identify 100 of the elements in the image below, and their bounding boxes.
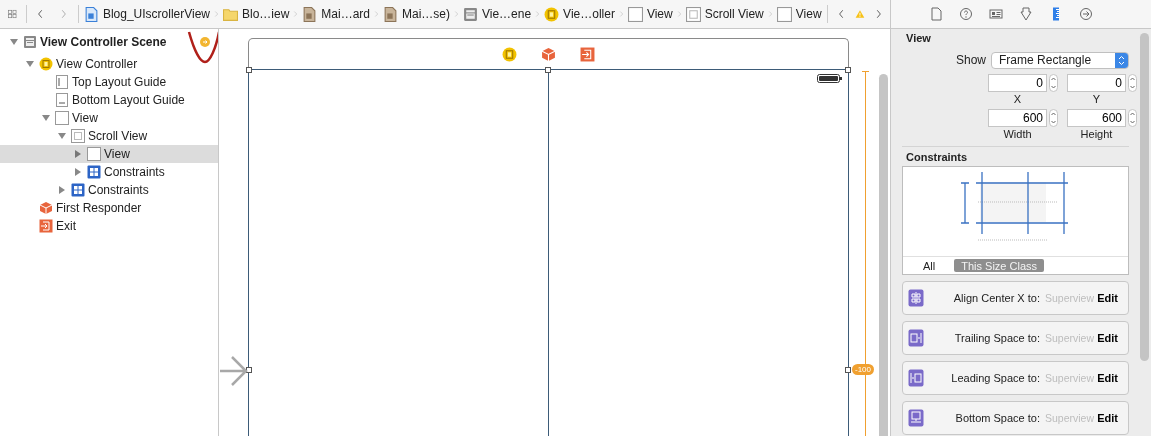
number-field[interactable]: 0	[988, 74, 1047, 92]
exit-icon	[39, 219, 53, 233]
breadcrumb-item[interactable]: View	[774, 6, 824, 22]
disclosure-triangle-icon[interactable]	[57, 131, 67, 141]
section-title: Constraints	[906, 151, 969, 163]
outline-label: View Controller Scene	[40, 35, 167, 49]
breadcrumb-item[interactable]: Mai…se)	[381, 6, 452, 22]
disclosure-triangle-icon[interactable]	[73, 149, 83, 159]
outline-row[interactable]: Top Layout Guide	[0, 73, 218, 91]
outline-row[interactable]: Exit	[0, 217, 218, 235]
stepper[interactable]	[1049, 74, 1058, 92]
constraint-label: Leading Space to:	[950, 372, 1040, 384]
arrow-circle-icon[interactable]	[1078, 6, 1094, 22]
back-icon[interactable]	[839, 7, 845, 21]
cube-icon	[541, 46, 556, 62]
outline-label: Exit	[56, 219, 76, 233]
outline-row[interactable]: View Controller	[0, 55, 218, 73]
dropdown-arrow-icon	[1115, 52, 1128, 68]
constraint-label: Align Center X to:	[952, 292, 1040, 304]
scrollbar[interactable]	[879, 74, 888, 436]
outline-label: Scroll View	[88, 129, 148, 143]
resize-handle[interactable]	[845, 367, 851, 373]
resize-handle[interactable]	[545, 67, 551, 73]
edit-button[interactable]: Edit	[1097, 292, 1118, 304]
outline-row[interactable]: First Responder	[0, 199, 218, 217]
scroll-view-icon	[685, 6, 701, 22]
stepper[interactable]	[1128, 109, 1137, 127]
number-field[interactable]: 600	[1067, 109, 1126, 127]
battery-icon	[817, 74, 842, 83]
resize-handle[interactable]	[246, 67, 252, 73]
disclosure-triangle-icon[interactable]	[73, 167, 83, 177]
show-dropdown[interactable]: Frame Rectangle	[991, 51, 1129, 69]
forward-icon[interactable]	[876, 7, 882, 21]
outline-row[interactable]: View	[0, 109, 218, 127]
back-icon[interactable]	[38, 7, 44, 21]
outline-label: Constraints	[88, 183, 149, 197]
outline-row[interactable]: Scroll View	[0, 127, 218, 145]
scrollbar[interactable]	[1140, 33, 1149, 361]
disclosure-triangle-icon[interactable]	[9, 37, 19, 47]
number-field[interactable]: 600	[988, 109, 1047, 127]
field-label: Height	[1079, 128, 1114, 140]
breadcrumb-item[interactable]: Scroll View	[683, 6, 766, 22]
breadcrumb-item[interactable]: Mai…ard	[300, 6, 372, 22]
view-icon	[55, 111, 69, 125]
disclosure-triangle-icon[interactable]	[25, 59, 35, 69]
view-controller-icon	[544, 6, 560, 22]
number-field[interactable]: 0	[1067, 74, 1126, 92]
cube-icon	[39, 201, 53, 215]
show-label: Show	[956, 53, 987, 67]
disclosure-triangle-icon[interactable]	[41, 113, 51, 123]
constraint-icon	[908, 409, 924, 427]
storyboard-file-icon	[383, 6, 398, 22]
constraint-icon	[908, 369, 924, 387]
chevron-right-icon	[676, 9, 682, 19]
size-class-tab[interactable]: All	[916, 259, 943, 272]
view-controller-icon	[39, 57, 53, 71]
edit-button[interactable]: Edit	[1097, 372, 1118, 384]
view-icon	[627, 6, 643, 22]
storyboard-file-icon	[302, 6, 318, 22]
breadcrumb-item[interactable]: View	[625, 6, 675, 22]
constraint-label: Bottom Space to:	[954, 412, 1040, 424]
outline-label: View Controller	[56, 57, 138, 71]
outline-label: Constraints	[104, 165, 165, 179]
outline-label: View	[104, 147, 130, 161]
issue-indicator-icon[interactable]	[200, 37, 210, 47]
breadcrumb-item[interactable]: Vie…ene	[460, 6, 534, 22]
scene-icon	[462, 6, 478, 22]
grid-icon[interactable]	[8, 7, 17, 21]
constraint-icon	[908, 329, 924, 347]
help-icon[interactable]	[958, 6, 974, 22]
constraint-label: Trailing Space to:	[953, 332, 1040, 344]
outline-label: Bottom Layout Guide	[72, 93, 185, 107]
resize-handle[interactable]	[246, 367, 252, 373]
edit-button[interactable]: Edit	[1097, 412, 1118, 424]
constraint-badge: -100	[852, 364, 874, 375]
exit-icon	[580, 46, 595, 62]
edit-button[interactable]: Edit	[1097, 332, 1118, 344]
constraint-icon	[908, 289, 924, 307]
outline-row[interactable]: Bottom Layout Guide	[0, 91, 218, 109]
attributes-icon[interactable]	[1018, 6, 1034, 22]
constraints-icon	[71, 183, 85, 197]
outline-row[interactable]: Constraints	[0, 181, 218, 199]
field-label: Y	[1091, 93, 1102, 105]
identity-card-icon[interactable]	[988, 6, 1004, 22]
chevron-right-icon	[618, 9, 624, 19]
disclosure-triangle-icon[interactable]	[57, 185, 67, 195]
breadcrumb-item[interactable]: Vie…oller	[542, 6, 617, 22]
outline-row[interactable]: Constraints	[0, 163, 218, 181]
stepper[interactable]	[1128, 74, 1137, 92]
field-label: Width	[1002, 128, 1033, 140]
chevron-right-icon	[767, 9, 773, 19]
resize-handle[interactable]	[845, 67, 851, 73]
breadcrumb-item[interactable]: Blog_UIscrollerView	[81, 6, 213, 22]
stepper[interactable]	[1049, 109, 1058, 127]
breadcrumb-item[interactable]: Blo…iew	[221, 6, 292, 22]
file-icon[interactable]	[928, 6, 944, 22]
outline-row[interactable]: View	[0, 145, 218, 163]
outline-label: View	[72, 111, 98, 125]
outline-row[interactable]: View Controller Scene	[0, 33, 218, 51]
entry-point-arrow-icon	[220, 355, 248, 387]
